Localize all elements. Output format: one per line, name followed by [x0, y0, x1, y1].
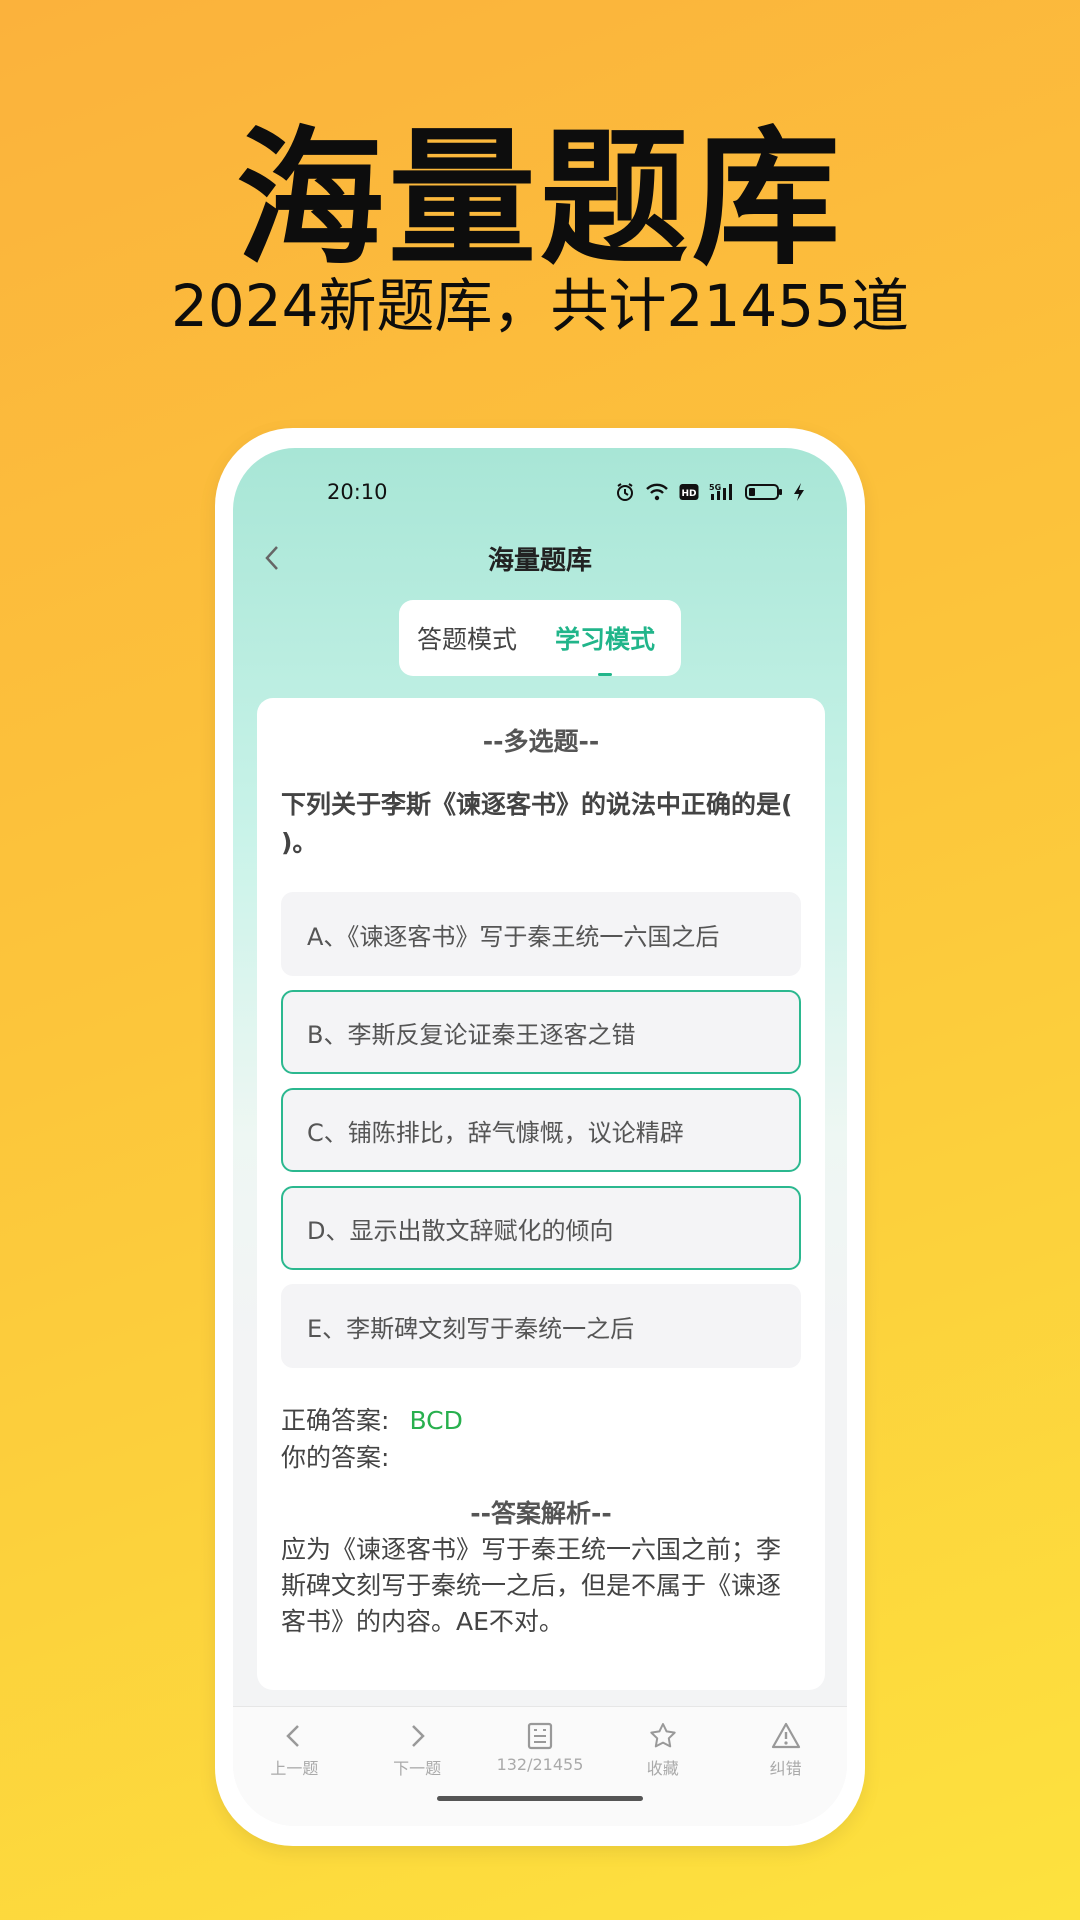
- option-e[interactable]: E、李斯碑文刻写于秦统一之后: [281, 1284, 801, 1368]
- chevron-left-icon: [286, 1725, 300, 1747]
- wifi-icon: [645, 482, 669, 502]
- nav-bar: 海量题库: [233, 526, 847, 590]
- option-a[interactable]: A、《谏逐客书》写于秦王统一六国之后: [281, 892, 801, 976]
- alarm-icon: [615, 482, 635, 502]
- mode-tabs: 答题模式 学习模式: [399, 600, 681, 676]
- analysis-title: --答案解析--: [470, 1499, 612, 1528]
- favorite-button[interactable]: 收藏: [608, 1721, 718, 1779]
- tab-study-mode[interactable]: 学习模式: [555, 620, 655, 676]
- phone-frame: 20:10 HD 5G 海量题库 答题模式 学习模式 --多选题-- 下列关于李…: [215, 428, 865, 1846]
- your-answer-row: 你的答案:: [281, 1439, 801, 1476]
- battery-icon: [745, 482, 783, 502]
- charging-icon: [793, 482, 805, 502]
- status-time: 20:10: [327, 480, 388, 504]
- favorite-label: 收藏: [646, 1759, 679, 1778]
- bottom-toolbar: 上一题 下一题 132/21455 收藏 纠错: [233, 1706, 847, 1826]
- prev-question-button[interactable]: 上一题: [239, 1721, 349, 1779]
- answer-sheet-button[interactable]: 132/21455: [485, 1721, 595, 1779]
- phone-screen: 20:10 HD 5G 海量题库 答题模式 学习模式 --多选题-- 下列关于李…: [233, 448, 847, 1826]
- hd-icon: HD: [679, 483, 699, 501]
- chevron-left-icon: [265, 546, 278, 570]
- 5g-signal-icon: 5G: [709, 482, 735, 502]
- analysis-text: 应为《谏逐客书》写于秦王统一六国之前；李斯碑文刻写于秦统一之后，但是不属于《谏逐…: [281, 1535, 782, 1636]
- next-question-label: 下一题: [393, 1759, 442, 1778]
- hero-subtitle: 2024新题库，共计21455道: [170, 272, 910, 340]
- status-icons: HD 5G: [615, 482, 805, 502]
- hero-title: 海量题库: [236, 113, 844, 285]
- your-answer-label: 你的答案:: [281, 1443, 390, 1472]
- report-error-button[interactable]: 纠错: [731, 1721, 841, 1779]
- nav-title: 海量题库: [487, 545, 592, 576]
- svg-text:5G: 5G: [709, 483, 721, 492]
- option-b[interactable]: B、李斯反复论证秦王逐客之错: [281, 990, 801, 1074]
- tab-answer-mode[interactable]: 答题模式: [417, 620, 517, 656]
- warning-icon: [771, 1722, 800, 1749]
- prev-question-label: 上一题: [270, 1759, 319, 1778]
- answers-block: 正确答案: BCD 你的答案:: [281, 1402, 801, 1476]
- back-button[interactable]: [255, 540, 289, 576]
- question-card: --多选题-- 下列关于李斯《谏逐客书》的说法中正确的是( )。 A、《谏逐客书…: [257, 698, 825, 1690]
- chevron-right-icon: [412, 1725, 425, 1747]
- svg-text:HD: HD: [681, 489, 696, 499]
- report-error-label: 纠错: [769, 1759, 802, 1778]
- next-question-button[interactable]: 下一题: [362, 1721, 472, 1779]
- question-progress-label: 132/21455: [496, 1755, 584, 1774]
- home-indicator[interactable]: [437, 1796, 643, 1801]
- option-d[interactable]: D、显示出散文辞赋化的倾向: [281, 1186, 801, 1270]
- correct-answer-value: BCD: [409, 1406, 463, 1435]
- answer-sheet-icon: [527, 1722, 553, 1750]
- question-text: 下列关于李斯《谏逐客书》的说法中正确的是( )。: [281, 790, 793, 857]
- correct-answer-row: 正确答案: BCD: [281, 1402, 801, 1439]
- correct-answer-label: 正确答案:: [281, 1406, 390, 1435]
- option-c[interactable]: C、铺陈排比，辞气慷慨，议论精辟: [281, 1088, 801, 1172]
- star-icon: [650, 1723, 676, 1748]
- question-type: --多选题--: [482, 727, 600, 756]
- status-bar: 20:10 HD 5G: [233, 474, 847, 510]
